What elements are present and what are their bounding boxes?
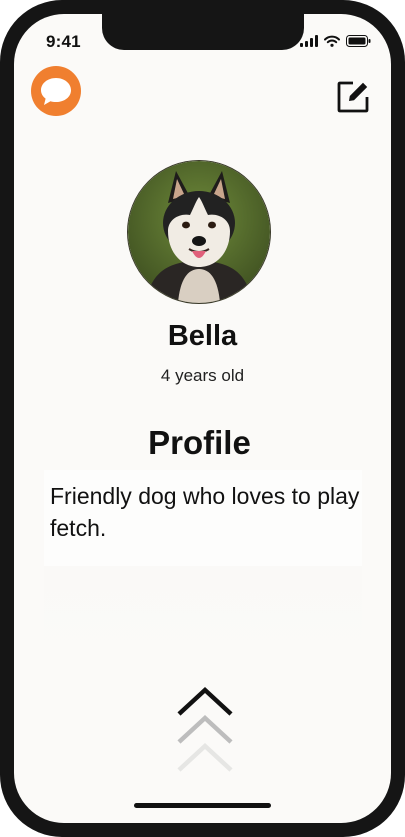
chevron-up-icon	[177, 686, 233, 772]
edit-button[interactable]	[333, 77, 373, 117]
husky-photo	[128, 161, 270, 303]
pet-name: Bella	[167, 320, 238, 352]
app-screen: 9:41 Bella 4 years old Profile Friendly …	[14, 14, 391, 823]
device-notch	[102, 14, 304, 50]
profile-heading: Profile	[148, 424, 251, 461]
phone-frame: 9:41 Bella 4 years old Profile Friendly …	[0, 0, 405, 837]
bio-text: Friendly dog who loves to play fetch.	[50, 483, 360, 541]
home-indicator[interactable]	[134, 803, 271, 808]
chat-bubble-icon[interactable]	[31, 66, 81, 116]
bio-card-fade	[44, 566, 362, 666]
swipe-up-button[interactable]	[175, 684, 235, 780]
edit-icon	[337, 81, 369, 113]
status-time: 9:41	[46, 32, 81, 51]
pet-age: 4 years old	[160, 366, 245, 385]
wifi-icon	[324, 35, 340, 47]
status-icons	[300, 35, 371, 47]
cellular-signal-icon	[300, 35, 318, 47]
pet-avatar[interactable]	[127, 160, 271, 304]
battery-icon	[346, 35, 371, 47]
